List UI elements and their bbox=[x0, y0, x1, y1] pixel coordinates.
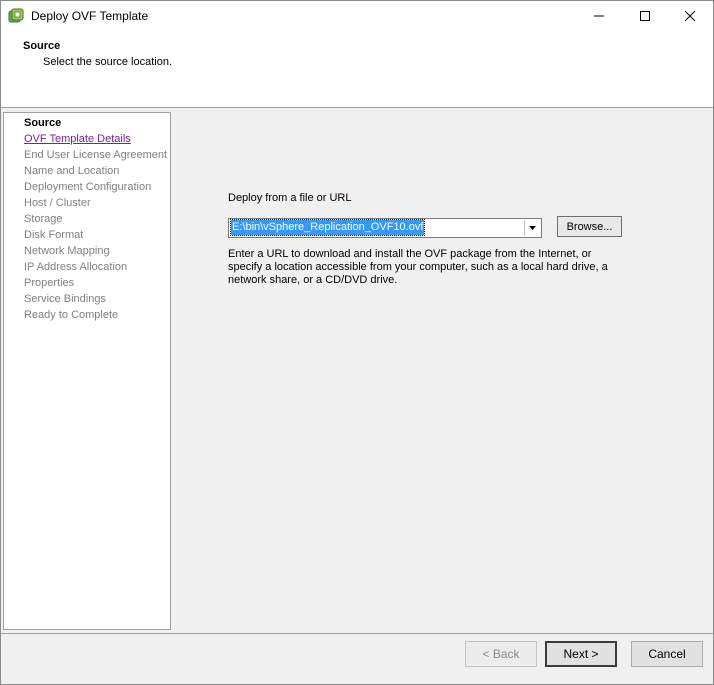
wizard-steps-panel: Source OVF Template Details End User Licen… bbox=[3, 112, 171, 630]
source-location-value[interactable]: E:\bin\vSphere_Replication_OVF10.ovf bbox=[229, 219, 426, 236]
wizard-step: Name and Location bbox=[24, 165, 120, 177]
maximize-icon bbox=[640, 11, 650, 21]
title-bar[interactable]: Deploy OVF Template bbox=[1, 1, 713, 31]
vsphere-deploy-icon bbox=[8, 8, 24, 24]
page-subtitle: Select the source location. bbox=[43, 56, 173, 68]
wizard-step: Host / Cluster bbox=[24, 197, 91, 209]
deploy-ovf-window: Deploy OVF Template Source Select the so… bbox=[0, 0, 714, 685]
deploy-from-label: Deploy from a file or URL bbox=[228, 192, 352, 204]
chevron-down-icon bbox=[529, 226, 536, 230]
footer-divider bbox=[1, 633, 713, 634]
minimize-icon bbox=[594, 15, 604, 17]
wizard-step: Network Mapping bbox=[24, 245, 110, 257]
window-title: Deploy OVF Template bbox=[31, 9, 149, 23]
browse-button[interactable]: Browse... bbox=[557, 216, 622, 237]
wizard-step[interactable]: OVF Template Details bbox=[24, 133, 131, 145]
source-location-combobox[interactable]: E:\bin\vSphere_Replication_OVF10.ovf bbox=[228, 218, 542, 238]
wizard-step: Deployment Configuration bbox=[24, 181, 152, 193]
page-title: Source bbox=[23, 40, 61, 52]
wizard-header: Source Select the source location. bbox=[1, 31, 713, 108]
wizard-step: End User License Agreement bbox=[24, 149, 168, 161]
cancel-button[interactable]: Cancel bbox=[631, 641, 703, 667]
source-description: Enter a URL to download and install the … bbox=[228, 248, 608, 286]
back-button[interactable]: < Back bbox=[465, 641, 537, 667]
close-icon bbox=[684, 10, 696, 22]
wizard-step: Storage bbox=[24, 213, 63, 225]
wizard-step: Ready to Complete bbox=[24, 309, 119, 321]
wizard-step: IP Address Allocation bbox=[24, 261, 128, 273]
combobox-dropdown-button[interactable] bbox=[524, 220, 540, 236]
maximize-button[interactable] bbox=[622, 1, 668, 31]
close-button[interactable] bbox=[667, 1, 713, 31]
next-button[interactable]: Next > bbox=[545, 641, 617, 667]
wizard-step: Service Bindings bbox=[24, 293, 106, 305]
wizard-step: Properties bbox=[24, 277, 75, 289]
minimize-button[interactable] bbox=[576, 1, 622, 31]
wizard-step: Source bbox=[24, 117, 62, 129]
wizard-body: Source OVF Template Details End User Licen… bbox=[1, 108, 713, 633]
wizard-step: Disk Format bbox=[24, 229, 84, 241]
